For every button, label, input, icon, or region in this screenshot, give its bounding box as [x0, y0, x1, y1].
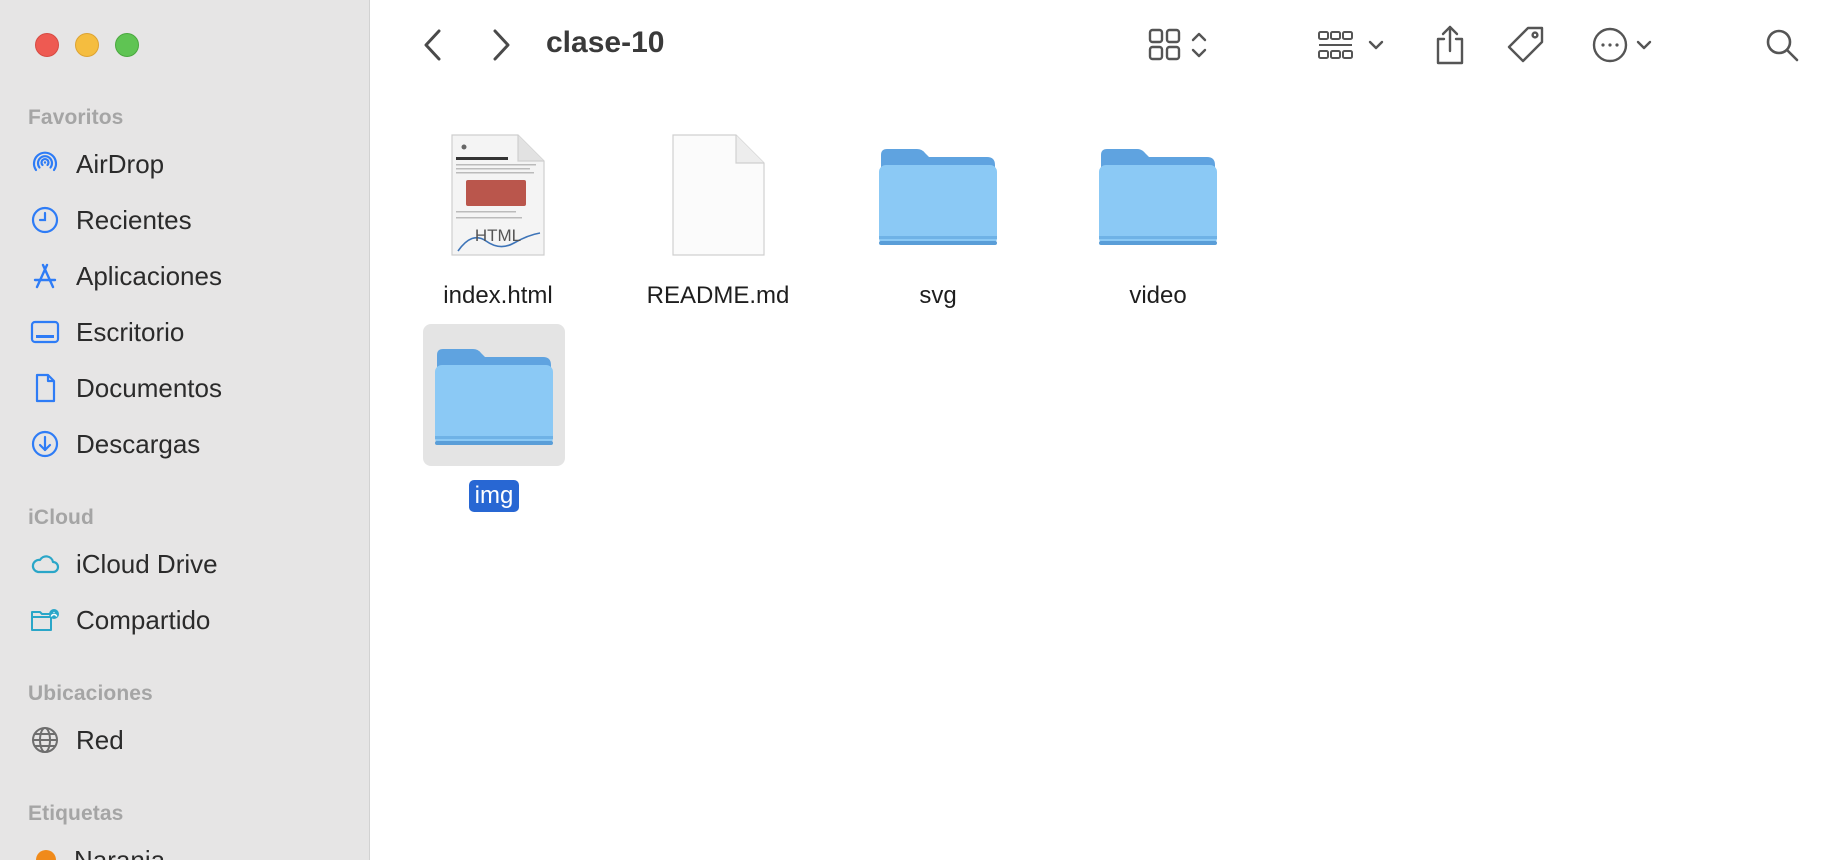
finder-window: Favoritos AirDrop Recientes Aplicaciones… — [0, 0, 1836, 860]
folder-thumbnail — [867, 124, 1009, 266]
sidebar-item-red[interactable]: Red — [28, 720, 348, 760]
file-name: index.html — [443, 282, 553, 309]
file-grid: HTML index.html README.md svg video img — [369, 90, 1836, 860]
sidebar-item-label: iCloud Drive — [76, 548, 218, 579]
html-document-icon: HTML — [451, 134, 545, 256]
sidebar-item-aplicaciones[interactable]: Aplicaciones — [28, 256, 348, 296]
minimize-window-button[interactable] — [75, 33, 99, 57]
sidebar-item-recientes[interactable]: Recientes — [28, 200, 348, 240]
file-name: README.md — [646, 282, 790, 309]
orange-tag-dot — [36, 850, 56, 860]
window-controls — [35, 33, 139, 57]
zoom-window-button[interactable] — [115, 33, 139, 57]
toolbar: clase-10 — [369, 0, 1836, 90]
back-button[interactable] — [415, 22, 451, 68]
cloud-icon — [28, 547, 62, 581]
sidebar-item-documentos[interactable]: Documentos — [28, 368, 348, 408]
tag-icon — [1506, 25, 1546, 65]
forward-button[interactable] — [483, 22, 519, 68]
download-icon — [28, 427, 62, 461]
close-window-button[interactable] — [35, 33, 59, 57]
search-icon — [1764, 27, 1800, 63]
sidebar-item-label: Escritorio — [76, 316, 185, 347]
sidebar-item-label: Naranja — [74, 844, 166, 860]
file-name: video — [1129, 282, 1187, 309]
search-button[interactable] — [1761, 22, 1803, 68]
sidebar-item-descargas[interactable]: Descargas — [28, 424, 348, 464]
group-icon — [1317, 27, 1389, 63]
folder-thumbnail — [1087, 124, 1229, 266]
file-name: svg — [919, 282, 957, 309]
sidebar-item-label: Documentos — [76, 372, 222, 403]
group-button[interactable] — [1315, 22, 1391, 68]
folder-item-video[interactable]: video — [1048, 124, 1268, 312]
applications-icon — [28, 259, 62, 293]
file-item-readme-md[interactable]: README.md — [608, 124, 828, 312]
view-options-button[interactable] — [1141, 22, 1221, 68]
html-preview-text: HTML — [475, 226, 521, 245]
html-document-thumbnail: HTML — [427, 124, 569, 266]
sidebar-item-naranja[interactable]: Naranja — [28, 840, 348, 860]
window-title: clase-10 — [546, 26, 665, 59]
sidebar-item-label: Descargas — [76, 428, 201, 459]
tag-button[interactable] — [1503, 22, 1549, 68]
folder-icon — [1099, 149, 1217, 245]
more-icon — [1592, 25, 1660, 65]
icon-view-icon — [1148, 27, 1214, 63]
folder-icon — [879, 149, 997, 245]
folder-item-img[interactable]: img — [384, 324, 604, 512]
share-icon — [1433, 24, 1467, 66]
file-name: img — [468, 480, 520, 512]
section-title-etiquetas: Etiquetas — [28, 802, 124, 825]
share-button[interactable] — [1429, 22, 1471, 68]
section-title-icloud: iCloud — [28, 506, 94, 529]
sidebar-item-label: Aplicaciones — [76, 260, 222, 291]
document-icon — [28, 371, 62, 405]
airdrop-icon — [28, 147, 62, 181]
shared-folder-icon — [28, 603, 62, 637]
sidebar: Favoritos AirDrop Recientes Aplicaciones… — [0, 0, 370, 860]
file-item-index-html[interactable]: HTML index.html — [388, 124, 608, 312]
blank-document-icon — [672, 134, 765, 256]
folder-icon — [435, 349, 553, 445]
sidebar-item-escritorio[interactable]: Escritorio — [28, 312, 348, 352]
section-title-favoritos: Favoritos — [28, 106, 124, 129]
sidebar-item-icloud-drive[interactable]: iCloud Drive — [28, 544, 348, 584]
folder-thumbnail — [423, 324, 565, 466]
back-icon — [422, 28, 444, 62]
sidebar-item-label: AirDrop — [76, 148, 165, 179]
sidebar-item-label: Red — [76, 724, 124, 755]
sidebar-item-label: Compartido — [76, 604, 211, 635]
desktop-icon — [28, 315, 62, 349]
network-globe-icon — [28, 723, 62, 757]
sidebar-item-compartido[interactable]: Compartido — [28, 600, 348, 640]
folder-item-svg[interactable]: svg — [828, 124, 1048, 312]
sidebar-item-airdrop[interactable]: AirDrop — [28, 144, 348, 184]
section-title-ubicaciones: Ubicaciones — [28, 682, 153, 705]
sidebar-item-label: Recientes — [76, 204, 192, 235]
more-actions-button[interactable] — [1589, 22, 1663, 68]
forward-icon — [490, 28, 512, 62]
clock-icon — [28, 203, 62, 237]
readme-thumbnail — [647, 124, 789, 266]
